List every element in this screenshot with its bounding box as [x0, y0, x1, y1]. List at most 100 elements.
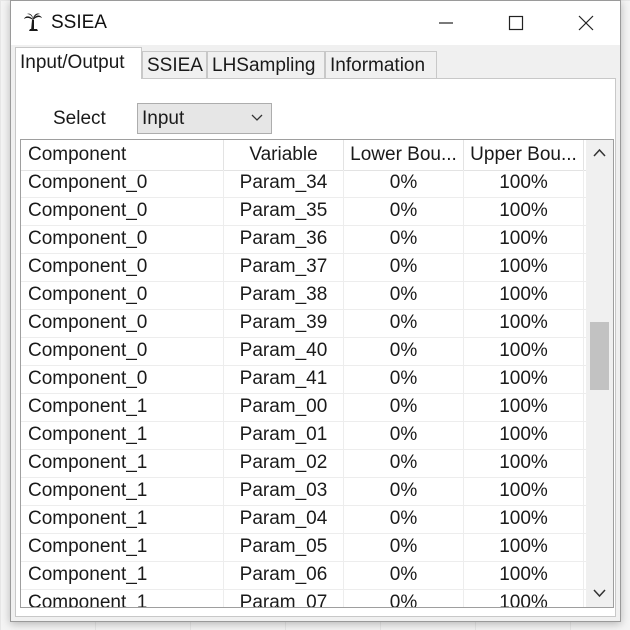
maximize-button[interactable]: [481, 1, 550, 45]
table-cell-component[interactable]: Component_1: [21, 422, 224, 450]
table-row[interactable]: Component_1 Param_05 0% 100%: [21, 534, 586, 562]
table-cell-component[interactable]: Component_1: [21, 394, 224, 422]
scroll-up-button[interactable]: [586, 140, 613, 168]
table-cell-variable[interactable]: Param_07: [224, 590, 344, 607]
parameters-table[interactable]: Component Variable Lower Bou... Upper Bo…: [20, 139, 614, 608]
table-cell-upper-bound[interactable]: 100%: [464, 422, 584, 450]
table-cell-lower-bound[interactable]: 0%: [344, 562, 464, 590]
table-cell-upper-bound[interactable]: 100%: [464, 226, 584, 254]
table-cell-upper-bound[interactable]: 100%: [464, 394, 584, 422]
table-cell-variable[interactable]: Param_34: [224, 170, 344, 198]
table-cell-component[interactable]: Component_1: [21, 478, 224, 506]
column-header-component[interactable]: Component: [21, 140, 224, 170]
table-cell-variable[interactable]: Param_36: [224, 226, 344, 254]
table-cell-variable[interactable]: Param_41: [224, 366, 344, 394]
table-row[interactable]: Component_1 Param_02 0% 100%: [21, 450, 586, 478]
table-cell-lower-bound[interactable]: 0%: [344, 590, 464, 607]
table-cell-upper-bound[interactable]: 100%: [464, 450, 584, 478]
table-cell-upper-bound[interactable]: 100%: [464, 506, 584, 534]
table-cell-component[interactable]: Component_0: [21, 198, 224, 226]
table-cell-lower-bound[interactable]: 0%: [344, 366, 464, 394]
table-cell-lower-bound[interactable]: 0%: [344, 506, 464, 534]
table-cell-component[interactable]: Component_1: [21, 590, 224, 607]
table-cell-component[interactable]: Component_1: [21, 562, 224, 590]
table-cell-variable[interactable]: Param_01: [224, 422, 344, 450]
table-row[interactable]: Component_1 Param_03 0% 100%: [21, 478, 586, 506]
table-cell-upper-bound[interactable]: 100%: [464, 534, 584, 562]
table-cell-variable[interactable]: Param_05: [224, 534, 344, 562]
table-cell-variable[interactable]: Param_35: [224, 198, 344, 226]
table-row[interactable]: Component_0 Param_41 0% 100%: [21, 366, 586, 394]
table-cell-upper-bound[interactable]: 100%: [464, 198, 584, 226]
table-row[interactable]: Component_1 Param_06 0% 100%: [21, 562, 586, 590]
table-cell-upper-bound[interactable]: 100%: [464, 478, 584, 506]
table-cell-variable[interactable]: Param_39: [224, 310, 344, 338]
table-row[interactable]: Component_1 Param_04 0% 100%: [21, 506, 586, 534]
table-cell-lower-bound[interactable]: 0%: [344, 226, 464, 254]
maximize-icon: [508, 15, 523, 31]
table-cell-variable[interactable]: Param_06: [224, 562, 344, 590]
table-cell-component[interactable]: Component_1: [21, 534, 224, 562]
table-row[interactable]: Component_0 Param_35 0% 100%: [21, 198, 586, 226]
table-cell-lower-bound[interactable]: 0%: [344, 338, 464, 366]
chevron-down-icon: [593, 589, 606, 598]
table-cell-variable[interactable]: Param_04: [224, 506, 344, 534]
table-cell-lower-bound[interactable]: 0%: [344, 478, 464, 506]
table-cell-upper-bound[interactable]: 100%: [464, 590, 584, 607]
table-cell-upper-bound[interactable]: 100%: [464, 310, 584, 338]
table-cell-upper-bound[interactable]: 100%: [464, 282, 584, 310]
table-cell-lower-bound[interactable]: 0%: [344, 394, 464, 422]
table-cell-component[interactable]: Component_1: [21, 450, 224, 478]
table-cell-upper-bound[interactable]: 100%: [464, 366, 584, 394]
table-cell-lower-bound[interactable]: 0%: [344, 198, 464, 226]
table-row[interactable]: Component_1 Param_00 0% 100%: [21, 394, 586, 422]
table-cell-lower-bound[interactable]: 0%: [344, 422, 464, 450]
table-row[interactable]: Component_1 Param_01 0% 100%: [21, 422, 586, 450]
table-cell-lower-bound[interactable]: 0%: [344, 450, 464, 478]
table-row[interactable]: Component_0 Param_40 0% 100%: [21, 338, 586, 366]
table-cell-component[interactable]: Component_0: [21, 366, 224, 394]
table-cell-upper-bound[interactable]: 100%: [464, 338, 584, 366]
vertical-scrollbar[interactable]: [586, 140, 613, 607]
table-cell-lower-bound[interactable]: 0%: [344, 282, 464, 310]
table-cell-component[interactable]: Component_0: [21, 338, 224, 366]
table-row[interactable]: Component_0 Param_38 0% 100%: [21, 282, 586, 310]
table-cell-variable[interactable]: Param_38: [224, 282, 344, 310]
column-header-lower-bound[interactable]: Lower Bou...: [344, 140, 464, 170]
table-cell-variable[interactable]: Param_00: [224, 394, 344, 422]
table-cell-variable[interactable]: Param_37: [224, 254, 344, 282]
table-cell-lower-bound[interactable]: 0%: [344, 534, 464, 562]
table-row[interactable]: Component_0 Param_39 0% 100%: [21, 310, 586, 338]
table-cell-component[interactable]: Component_0: [21, 310, 224, 338]
table-row[interactable]: Component_0 Param_37 0% 100%: [21, 254, 586, 282]
tab-input-output[interactable]: Input/Output: [15, 47, 142, 79]
column-header-upper-bound[interactable]: Upper Bou...: [464, 140, 584, 170]
close-button[interactable]: [551, 1, 620, 45]
column-header-variable[interactable]: Variable: [224, 140, 344, 170]
table-cell-upper-bound[interactable]: 100%: [464, 170, 584, 198]
table-cell-variable[interactable]: Param_03: [224, 478, 344, 506]
table-cell-upper-bound[interactable]: 100%: [464, 254, 584, 282]
table-row[interactable]: Component_1 Param_07 0% 100%: [21, 590, 586, 607]
table-cell-component[interactable]: Component_0: [21, 254, 224, 282]
tab-lhsampling[interactable]: LHSampling: [207, 51, 325, 78]
table-cell-variable[interactable]: Param_02: [224, 450, 344, 478]
table-cell-lower-bound[interactable]: 0%: [344, 170, 464, 198]
table-cell-lower-bound[interactable]: 0%: [344, 310, 464, 338]
table-cell-component[interactable]: Component_1: [21, 506, 224, 534]
table-row[interactable]: Component_0 Param_36 0% 100%: [21, 226, 586, 254]
table-cell-component[interactable]: Component_0: [21, 282, 224, 310]
minimize-button[interactable]: [411, 1, 480, 45]
input-output-select[interactable]: Input: [137, 103, 272, 134]
scroll-down-button[interactable]: [586, 579, 613, 607]
tab-information[interactable]: Information: [325, 51, 437, 78]
tab-ssiea[interactable]: SSIEA: [142, 51, 207, 78]
table-cell-upper-bound[interactable]: 100%: [464, 562, 584, 590]
table-cell-component[interactable]: Component_0: [21, 226, 224, 254]
scroll-thumb[interactable]: [590, 322, 609, 390]
table-row[interactable]: Component_0 Param_34 0% 100%: [21, 170, 586, 198]
table-cell-lower-bound[interactable]: 0%: [344, 254, 464, 282]
table-cell-component[interactable]: Component_0: [21, 170, 224, 198]
title-bar[interactable]: SSIEA: [11, 1, 620, 45]
table-cell-variable[interactable]: Param_40: [224, 338, 344, 366]
